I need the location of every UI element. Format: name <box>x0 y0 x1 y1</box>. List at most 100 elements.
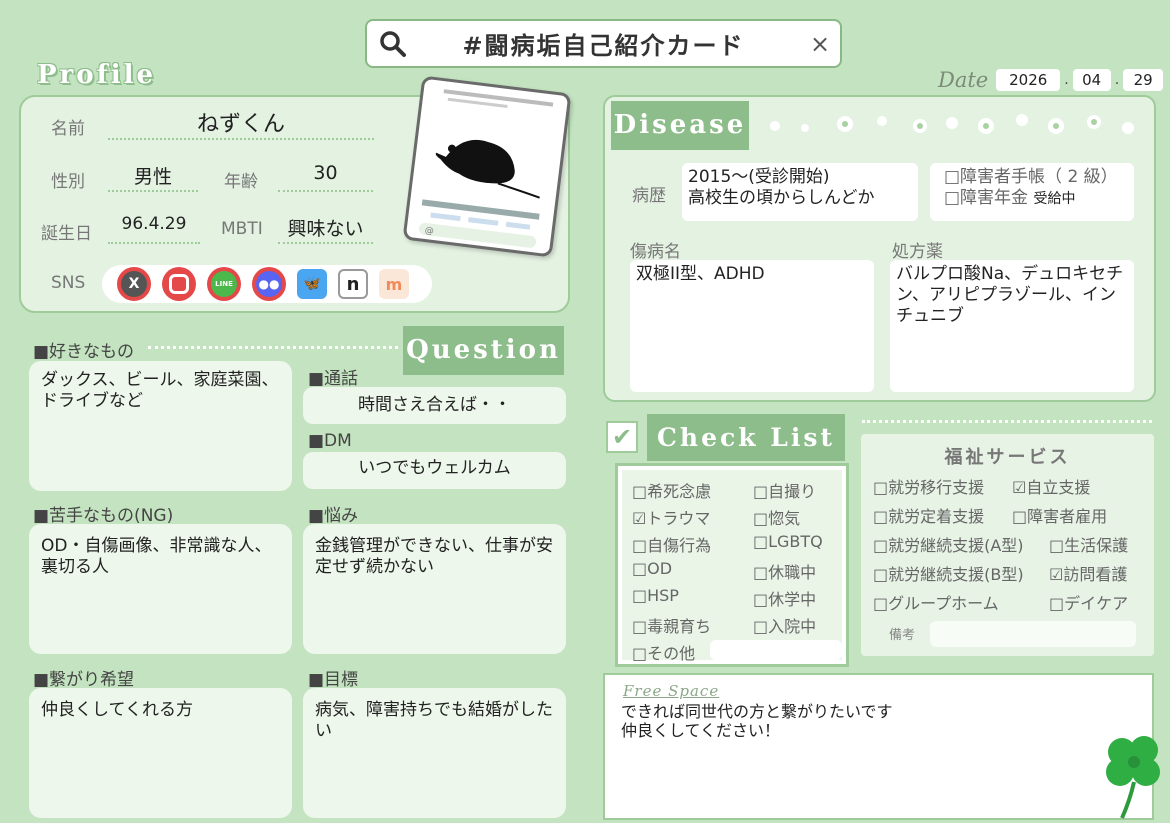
welfare-item[interactable]: ☑訪問看護 <box>1049 561 1127 585</box>
welfare-item[interactable]: □就労定着支援 <box>873 503 984 527</box>
gender-value: 男性 <box>108 162 198 192</box>
bluesky-icon[interactable]: 🦋 <box>297 269 327 299</box>
worry-box: 金銭管理ができない、仕事が安定せず続かない <box>303 524 566 654</box>
goal-text: 病気、障害持ちでも結婚がしたい <box>315 700 553 741</box>
handbook-box: □障害者手帳（ 2 級） □障害年金 受給中 <box>930 163 1134 221</box>
welfare-item[interactable]: □障害者雇用 <box>1012 503 1107 527</box>
goal-box: 病気、障害持ちでも結婚がしたい <box>303 688 566 818</box>
likes-label: ■好きなもの <box>33 342 135 362</box>
welfare-item[interactable]: □就労移行支援 <box>873 474 984 498</box>
checklist-item[interactable]: □自傷行為 <box>632 532 711 556</box>
checklist-heading: Check List <box>657 423 835 452</box>
checklist-item[interactable]: □自撮り <box>753 478 816 502</box>
line-icon[interactable]: LINE <box>207 267 241 301</box>
sns-label: SNS <box>51 273 86 293</box>
birthday-label: 誕生日 <box>41 224 92 244</box>
misskey-icon[interactable]: m <box>379 269 409 299</box>
checklist-item[interactable]: □HSP <box>632 586 679 605</box>
checklist-item[interactable]: □毒親育ち <box>632 613 711 637</box>
notes-input[interactable] <box>930 621 1136 647</box>
checklist-item[interactable]: □休学中 <box>753 586 816 610</box>
likes-box: ダックス、ビール、家庭菜園、ドライブなど <box>29 361 292 491</box>
divider <box>862 420 1152 423</box>
phone-screenshot: @ <box>402 75 572 258</box>
clover-icon <box>1106 736 1160 819</box>
welfare-item[interactable]: □就労継続支援(B型) <box>873 561 1024 585</box>
checklist-panel: □希死念慮 ☑トラウマ □自傷行為 □OD □HSP □毒親育ち □その他 □自… <box>615 463 849 667</box>
instagram-icon[interactable] <box>162 267 196 301</box>
search-title: #闘病垢自己紹介カード <box>462 32 745 60</box>
handbook-text: □障害者手帳（ 2 級） <box>944 167 1118 187</box>
age-value: 30 <box>278 162 373 192</box>
checklist-item[interactable]: □OD <box>632 559 672 578</box>
dislikes-text: OD・自傷画像、非常識な人、裏切る人 <box>41 536 272 577</box>
welfare-item[interactable]: □デイケア <box>1049 590 1128 614</box>
date-year: 2026 <box>996 69 1061 91</box>
note-icon[interactable]: n <box>338 269 368 299</box>
birthday-value: 96.4.29 <box>108 214 200 244</box>
worry-label: ■悩み <box>308 506 359 526</box>
free-space-line1: できれば同世代の方と繋がりたいです <box>621 702 893 721</box>
date-day: 29 <box>1123 69 1164 91</box>
call-label: ■通話 <box>308 369 359 389</box>
profile-heading: Profile <box>37 60 157 90</box>
free-space-panel: Free Space できれば同世代の方と繋がりたいです 仲良くしてください！ <box>603 673 1154 820</box>
meds-label: 処方薬 <box>892 242 943 262</box>
sns-pill: X LINE ●● 🦋 n m <box>102 265 432 303</box>
date-separator: . <box>1114 72 1120 88</box>
search-icon <box>380 30 406 57</box>
meds-box: バルプロ酸Na、デュロキセチン、アリピプラゾール、インチュニブ <box>890 260 1134 392</box>
welfare-title: 福祉サービス <box>944 447 1071 468</box>
question-tag: Question <box>403 326 564 375</box>
checklist-item[interactable]: □LGBTQ <box>753 532 823 551</box>
dm-label: ■DM <box>308 431 352 451</box>
checklist-item[interactable]: □その他 <box>632 640 695 664</box>
rat-silhouette-icon: @ <box>418 89 554 248</box>
checkbox-icon: ✔ <box>606 421 638 453</box>
name-label: 名前 <box>51 119 85 139</box>
dm-text: いつでもウェルカム <box>358 458 511 478</box>
welfare-item[interactable]: □生活保護 <box>1049 532 1128 556</box>
date-month: 04 <box>1072 69 1111 91</box>
welfare-item[interactable]: □就労継続支援(A型) <box>873 532 1024 556</box>
notes-label: 備考 <box>889 628 916 643</box>
flower-decoration-icon <box>770 114 1134 134</box>
checklist-tag: Check List <box>647 414 845 461</box>
other-input[interactable] <box>710 640 842 660</box>
close-icon[interactable]: × <box>800 30 840 58</box>
discord-icon[interactable]: ●● <box>252 267 286 301</box>
mbti-value: 興味ない <box>278 214 373 244</box>
history-box: 2015～(受診開始) 高校生の頃からしんどか <box>682 163 918 221</box>
connect-label: ■繋がり希望 <box>33 670 135 690</box>
welfare-item[interactable]: □グループホーム <box>873 590 999 614</box>
age-label: 年齢 <box>224 172 258 192</box>
divider <box>148 346 398 349</box>
pension-text: □障害年金 <box>944 188 1029 208</box>
name-value: ねずくん <box>108 106 374 140</box>
dm-box: いつでもウェルカム <box>303 452 566 489</box>
disease-tag: Disease <box>611 101 749 150</box>
date-separator: . <box>1064 72 1069 88</box>
welfare-item[interactable]: ☑自立支援 <box>1012 474 1090 498</box>
question-heading: Question <box>406 335 561 365</box>
checklist-item[interactable]: ☑トラウマ <box>632 505 710 529</box>
search-bar[interactable]: #闘病垢自己紹介カード × <box>365 19 842 68</box>
dislikes-label: ■苦手なもの(NG) <box>33 506 174 526</box>
checklist-item[interactable]: □入院中 <box>753 613 816 637</box>
disease-heading: Disease <box>613 110 747 140</box>
likes-text: ダックス、ビール、家庭菜園、ドライブなど <box>41 370 279 411</box>
connect-box: 仲良くしてくれる方 <box>29 688 292 818</box>
call-box: 時間さえ合えば・・ <box>303 387 566 424</box>
free-space-title: Free Space <box>623 682 720 700</box>
connect-text: 仲良くしてくれる方 <box>41 700 193 720</box>
x-icon[interactable]: X <box>117 267 151 301</box>
diagnosis-text: 双極II型、ADHD <box>636 264 765 284</box>
free-space-line2: 仲良くしてください！ <box>621 721 781 740</box>
worry-text: 金銭管理ができない、仕事が安定せず続かない <box>315 536 553 577</box>
checklist-item[interactable]: □休職中 <box>753 559 816 583</box>
checklist-item[interactable]: □惚気 <box>753 505 800 529</box>
date-row: Date 2026 . 04 . 29 <box>938 68 1164 92</box>
goal-label: ■目標 <box>308 670 359 690</box>
welfare-panel: 福祉サービス □就労移行支援 □就労定着支援 □就労継続支援(A型) □就労継続… <box>861 434 1154 656</box>
checklist-item[interactable]: □希死念慮 <box>632 478 711 502</box>
